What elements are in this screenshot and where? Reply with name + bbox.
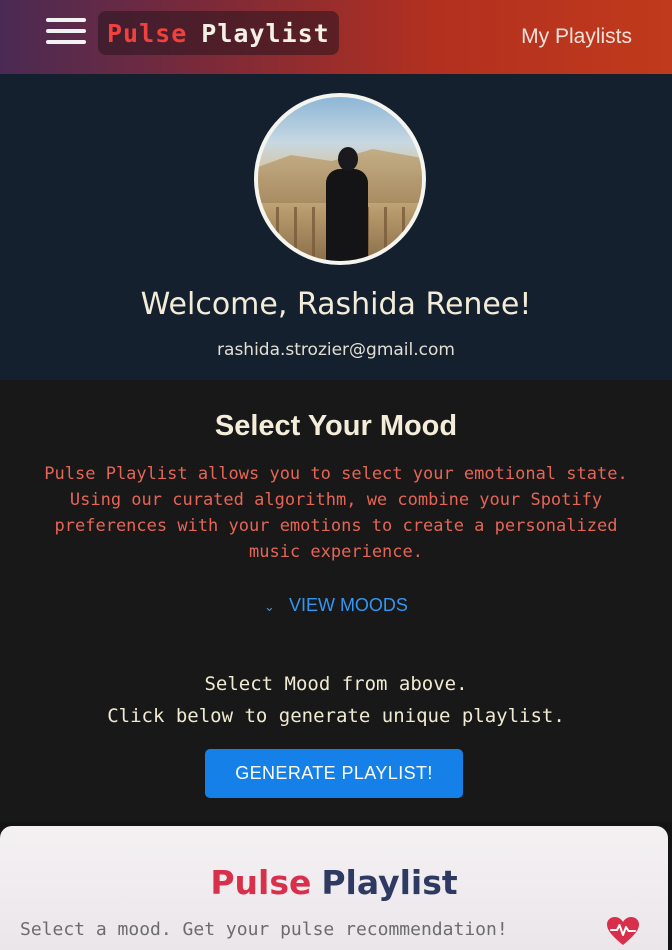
welcome-heading: Welcome, Rashida Renee! [140,287,532,322]
footer-brand: Pulse Playlist [0,863,668,902]
profile-section: Welcome, Rashida Renee! rashida.strozier… [0,74,672,380]
avatar [254,93,426,265]
user-email: rashida.strozier@gmail.com [217,340,455,360]
my-playlists-link[interactable]: My Playlists [521,25,632,49]
mood-section: Select Your Mood Pulse Playlist allows y… [0,380,672,822]
footer-brand-pulse: Pulse [210,863,312,902]
footer-brand-playlist: Playlist [321,863,458,902]
brand-logo[interactable]: Pulse Playlist [98,11,339,55]
hint-select-mood: Select Mood from above. [204,673,468,695]
view-moods-toggle[interactable]: ⌄ VIEW MOODS [0,595,672,616]
view-moods-label: VIEW MOODS [288,595,408,615]
app-header: Pulse Playlist My Playlists [0,0,672,74]
hint-generate: Click below to generate unique playlist. [107,705,565,727]
mood-title: Select Your Mood [214,410,458,442]
generate-playlist-button[interactable]: GENERATE PLAYLIST! [205,749,463,798]
footer-card: Pulse Playlist Select a mood. Get your pu… [0,826,668,950]
mood-description: Pulse Playlist allows you to select your… [44,464,628,562]
brand-word-playlist: Playlist [201,18,330,48]
footer-tagline: Select a mood. Get your pulse recommenda… [20,919,508,940]
footer: Pulse Playlist Select a mood. Get your pu… [0,822,672,950]
hamburger-menu-icon[interactable] [46,18,86,44]
heart-pulse-icon [607,917,639,945]
chevron-down-icon: ⌄ [264,599,275,614]
brand-word-pulse: Pulse [107,18,188,48]
